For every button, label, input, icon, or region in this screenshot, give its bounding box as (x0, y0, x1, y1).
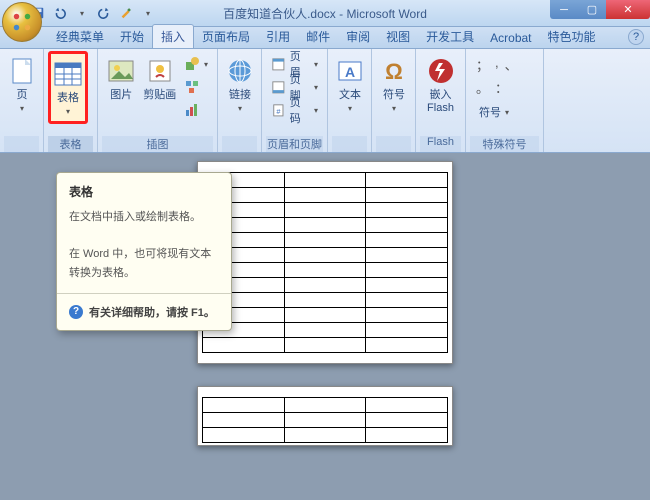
flash-button[interactable]: 嵌入 Flash (420, 51, 461, 119)
link-label: 链接 (229, 89, 251, 102)
flash-icon (425, 55, 457, 87)
tab-view[interactable]: 视图 (378, 25, 418, 48)
group-illus-label: 插图 (102, 136, 213, 152)
flash-label: 嵌入 Flash (427, 89, 454, 115)
tab-insert[interactable]: 插入 (152, 24, 194, 48)
sym-period[interactable]: 。 (476, 78, 489, 97)
link-button[interactable]: 链接▾ (222, 51, 258, 118)
header-icon (271, 56, 286, 72)
group-flash-label: Flash (420, 136, 461, 152)
textbox-icon: A (334, 55, 366, 87)
qat-undo-dropdown[interactable]: ▾ (72, 3, 92, 23)
group-link-label (222, 136, 257, 152)
pagenum-button[interactable]: #页码▾ (268, 99, 321, 121)
clipart-button[interactable]: 剪贴画 (140, 51, 178, 106)
table-icon (52, 58, 84, 90)
chart-icon (184, 102, 200, 118)
office-button[interactable] (2, 2, 42, 42)
qat-redo-icon[interactable] (94, 3, 114, 23)
tab-developer[interactable]: 开发工具 (418, 25, 482, 48)
window-maximize[interactable]: ▢ (578, 0, 606, 19)
omega-icon: Ω (378, 55, 410, 87)
group-pages-label (4, 136, 39, 152)
more-symbols[interactable]: 符号▾ (476, 101, 512, 123)
tooltip-title: 表格 (69, 183, 219, 200)
smartart-button[interactable] (181, 76, 211, 98)
smartart-icon (184, 79, 200, 95)
sym-listdot[interactable]: 、 (505, 55, 518, 74)
group-hf-label: 页眉和页脚 (266, 136, 323, 152)
symbol-label: 符号 (383, 89, 405, 102)
textbox-button[interactable]: A 文本▾ (332, 51, 368, 118)
tooltip-line1: 在文档中插入或绘制表格。 (69, 208, 219, 227)
shapes-icon (184, 56, 200, 72)
sym-colon[interactable]: ： (495, 78, 508, 97)
link-icon (224, 55, 256, 87)
page-2[interactable] (197, 386, 453, 446)
group-text-label (332, 136, 367, 152)
window-close[interactable]: ✕ (606, 0, 650, 19)
help-badge-icon: ? (69, 305, 83, 319)
shapes-button[interactable]: ▾ (181, 53, 211, 75)
qat-more-dropdown[interactable]: ▾ (138, 3, 158, 23)
pages-label: 页 (17, 89, 28, 102)
svg-text:Ω: Ω (385, 59, 403, 84)
tooltip-line2: 在 Word 中，也可将现有文本转换为表格。 (69, 245, 219, 282)
svg-text:A: A (345, 64, 355, 80)
table-button[interactable]: 表格▾ (48, 51, 88, 124)
sym-semicolon[interactable]: ； (476, 55, 489, 74)
window-minimize[interactable]: ─ (550, 0, 578, 19)
window-title: 百度知道合伙人.docx - Microsoft Word (223, 5, 427, 22)
symbol-button[interactable]: Ω 符号▾ (376, 51, 412, 118)
sym-comma[interactable]: , (495, 55, 499, 74)
group-symbol-label (376, 136, 411, 152)
tab-references[interactable]: 引用 (258, 25, 298, 48)
chart-button[interactable] (181, 99, 211, 121)
textbox-label: 文本 (339, 89, 361, 102)
picture-button[interactable]: 图片 (102, 51, 140, 106)
qat-brush-icon[interactable] (116, 3, 136, 23)
help-icon[interactable]: ? (628, 29, 644, 45)
tab-layout[interactable]: 页面布局 (194, 25, 258, 48)
group-table-label: 表格 (48, 136, 93, 152)
picture-icon (105, 55, 137, 87)
page-1[interactable] (197, 161, 453, 364)
table-tooltip: 表格 在文档中插入或绘制表格。 在 Word 中，也可将现有文本转换为表格。 ?… (56, 172, 232, 331)
clipart-label: 剪贴画 (143, 89, 176, 102)
qat-undo-icon[interactable] (50, 3, 70, 23)
picture-label: 图片 (110, 89, 132, 102)
page-icon (6, 55, 38, 87)
clipart-icon (144, 55, 176, 87)
table-label: 表格 (57, 92, 79, 105)
tab-acrobat[interactable]: Acrobat (482, 28, 539, 48)
group-special-label: 特殊符号 (470, 136, 539, 152)
tab-classic[interactable]: 经典菜单 (48, 25, 112, 48)
tab-home[interactable]: 开始 (112, 25, 152, 48)
footer-icon (271, 79, 286, 95)
tooltip-help: 有关详细帮助，请按 F1。 (89, 304, 215, 320)
tab-features[interactable]: 特色功能 (540, 25, 604, 48)
tab-review[interactable]: 审阅 (338, 25, 378, 48)
ribbon-tabs: 经典菜单 开始 插入 页面布局 引用 邮件 审阅 视图 开发工具 Acrobat… (0, 27, 650, 49)
pages-button[interactable]: 页▾ (4, 51, 40, 118)
pagenum-icon: # (271, 102, 286, 118)
tab-mailings[interactable]: 邮件 (298, 25, 338, 48)
